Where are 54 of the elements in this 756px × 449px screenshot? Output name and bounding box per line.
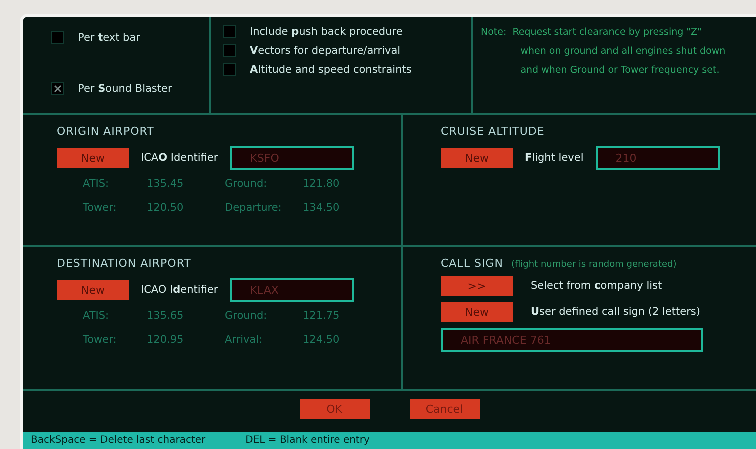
frequency-label: ATIS: bbox=[83, 178, 110, 190]
field-label: ICAO Identifier bbox=[141, 284, 218, 296]
checkbox[interactable] bbox=[223, 25, 236, 38]
ok-button[interactable]: OK bbox=[300, 399, 370, 419]
frequency-value: 124.50 bbox=[303, 334, 341, 346]
option-label: Include push back procedure bbox=[250, 26, 403, 38]
note-text: Request start clearance by pressing "Z" bbox=[512, 27, 703, 38]
checkbox[interactable] bbox=[223, 63, 236, 76]
frequency-value: 121.80 bbox=[303, 178, 341, 190]
frequency-label: Ground: bbox=[225, 178, 268, 190]
section-title: ORIGIN AIRPORT bbox=[57, 125, 156, 138]
frequency-value: 121.75 bbox=[303, 310, 341, 322]
frequency-label: Departure: bbox=[225, 202, 283, 214]
checkbox[interactable] bbox=[51, 82, 64, 95]
note-text: when on ground and all engines shut down bbox=[520, 46, 726, 57]
hint-text: (flight number is random generated) bbox=[511, 260, 677, 270]
flight-level-field[interactable]: 210 bbox=[596, 146, 720, 170]
frequency-label: Tower: bbox=[83, 202, 118, 214]
frequency-value: 135.65 bbox=[147, 310, 185, 322]
field-label: Flight level bbox=[525, 152, 584, 164]
frequency-value: 120.95 bbox=[147, 334, 185, 346]
call-sign-field[interactable]: AIR FRANCE 761 bbox=[441, 328, 703, 352]
frequency-label: Ground: bbox=[225, 310, 268, 322]
option-label: Altitude and speed constraints bbox=[250, 64, 412, 76]
cross-icon bbox=[54, 84, 62, 92]
section-title: CALL SIGN bbox=[441, 257, 504, 270]
cancel-button[interactable]: Cancel bbox=[410, 399, 480, 419]
option-label: Vectors for departure/arrival bbox=[250, 44, 401, 56]
frequency-value: 135.45 bbox=[147, 178, 185, 190]
option-label: Per Sound Blaster bbox=[78, 82, 172, 94]
status-text: BackSpace = Delete last character bbox=[31, 435, 206, 446]
section-title: DESTINATION AIRPORT bbox=[57, 257, 192, 270]
icao-field[interactable]: KSFO bbox=[230, 146, 354, 170]
checkbox[interactable] bbox=[223, 44, 236, 57]
new-button[interactable]: New bbox=[57, 148, 129, 168]
frequency-value: 120.50 bbox=[147, 202, 185, 214]
note-text: and when Ground or Tower frequency set. bbox=[520, 65, 721, 76]
action-label: User defined call sign (2 letters) bbox=[531, 306, 700, 318]
new-button[interactable]: New bbox=[441, 148, 513, 168]
option-label: Per text bar bbox=[78, 32, 140, 44]
frequency-label: ATIS: bbox=[83, 310, 110, 322]
section-title: CRUISE ALTITUDE bbox=[441, 125, 546, 138]
frequency-label: Tower: bbox=[83, 334, 118, 346]
status-text: DEL = Blank entire entry bbox=[246, 435, 370, 446]
action-button[interactable]: New bbox=[441, 302, 513, 322]
action-button[interactable]: >> bbox=[441, 276, 513, 296]
frequency-value: 134.50 bbox=[303, 202, 341, 214]
checkbox[interactable] bbox=[51, 31, 64, 44]
action-label: Select from company list bbox=[531, 280, 662, 292]
new-button[interactable]: New bbox=[57, 280, 129, 300]
note-label: Note: bbox=[481, 27, 507, 40]
icao-field[interactable]: KLAX bbox=[230, 278, 354, 302]
field-label: ICAO Identifier bbox=[141, 152, 218, 164]
frequency-label: Arrival: bbox=[225, 334, 264, 346]
